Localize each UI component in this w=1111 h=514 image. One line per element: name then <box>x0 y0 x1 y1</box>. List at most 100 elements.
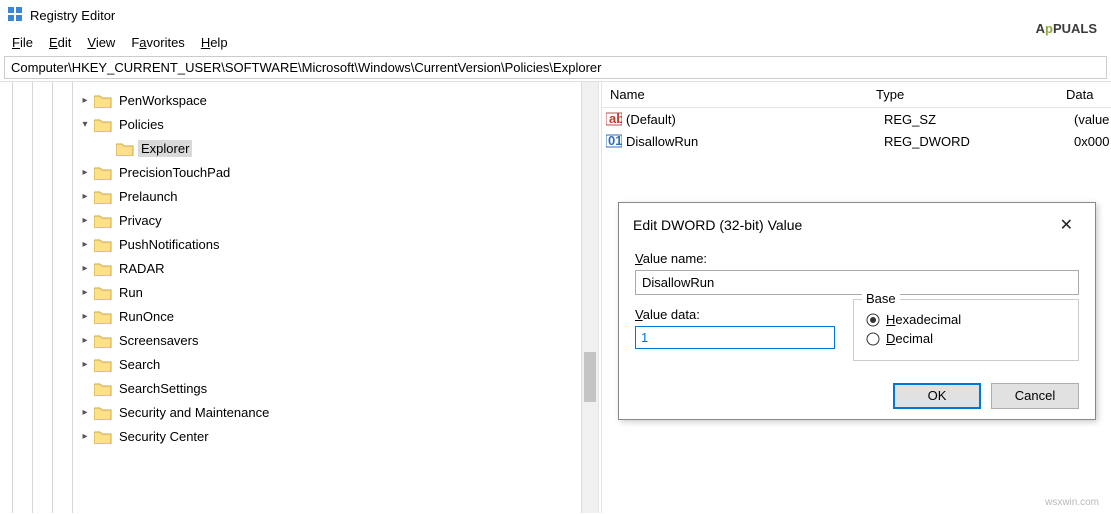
close-icon[interactable]: ✕ <box>1052 213 1081 237</box>
menu-file[interactable]: File <box>4 33 41 52</box>
list-header: Name Type Data <box>602 82 1111 108</box>
folder-icon <box>94 405 112 420</box>
tree-scrollbar[interactable] <box>581 82 598 513</box>
tree-node-label: SearchSettings <box>116 380 210 397</box>
chevron-right-icon[interactable]: ▸ <box>78 95 92 106</box>
base-group: Base Hexadecimal Decimal <box>853 299 1079 361</box>
appuals-logo: ApPUALS <box>1036 4 1097 42</box>
menu-view[interactable]: View <box>79 33 123 52</box>
tree-node-label: PrecisionTouchPad <box>116 164 233 181</box>
tree-node-penworkspace[interactable]: ▸ PenWorkspace <box>0 88 598 112</box>
cell-data: (value <box>1074 112 1109 127</box>
chevron-right-icon[interactable]: ▸ <box>78 431 92 442</box>
tree-node-searchsettings[interactable]: SearchSettings <box>0 376 598 400</box>
tree-node-label: PushNotifications <box>116 236 222 253</box>
scroll-thumb[interactable] <box>584 352 596 402</box>
chevron-right-icon[interactable]: ▸ <box>78 311 92 322</box>
menubar: File Edit View Favorites Help <box>0 30 1111 54</box>
chevron-right-icon[interactable]: ▸ <box>78 191 92 202</box>
value-name-input[interactable]: DisallowRun <box>635 270 1079 295</box>
address-bar[interactable]: Computer\HKEY_CURRENT_USER\SOFTWARE\Micr… <box>4 56 1107 79</box>
folder-icon <box>116 141 134 156</box>
col-header-name[interactable]: Name <box>602 83 868 106</box>
tree-node-search[interactable]: ▸ Search <box>0 352 598 376</box>
folder-icon <box>94 117 112 132</box>
list-row[interactable]: 011 DisallowRunREG_DWORD0x000 <box>602 130 1111 152</box>
chevron-right-icon[interactable]: ▸ <box>78 287 92 298</box>
window-title: Registry Editor <box>30 8 115 23</box>
tree-node-pushnotifications[interactable]: ▸ PushNotifications <box>0 232 598 256</box>
tree-node-security-center[interactable]: ▸Security Center <box>0 424 598 448</box>
tree-node-label: Search <box>116 356 163 373</box>
string-value-icon: ab <box>606 111 622 127</box>
tree-node-label: Explorer <box>138 140 192 157</box>
cell-name: (Default) <box>626 112 884 127</box>
folder-icon <box>94 213 112 228</box>
chevron-right-icon[interactable]: ▸ <box>78 359 92 370</box>
chevron-down-icon[interactable]: ▾ <box>78 119 92 130</box>
menu-edit[interactable]: Edit <box>41 33 79 52</box>
tree-node-label: Security and Maintenance <box>116 404 272 421</box>
tree-node-explorer[interactable]: Explorer <box>0 136 598 160</box>
menu-help[interactable]: Help <box>193 33 236 52</box>
folder-icon <box>94 261 112 276</box>
tree-node-label: Prelaunch <box>116 188 181 205</box>
cell-type: REG_SZ <box>884 112 1074 127</box>
ok-button[interactable]: OK <box>893 383 981 409</box>
menu-favorites[interactable]: Favorites <box>123 33 192 52</box>
folder-icon <box>94 429 112 444</box>
watermark: wsxwin.com <box>1045 497 1099 508</box>
tree-node-radar[interactable]: ▸RADAR <box>0 256 598 280</box>
chevron-right-icon[interactable]: ▸ <box>78 263 92 274</box>
value-data-input[interactable] <box>635 326 835 349</box>
cell-type: REG_DWORD <box>884 134 1074 149</box>
tree-node-label: RunOnce <box>116 308 177 325</box>
tree-node-label: Run <box>116 284 146 301</box>
cell-name: DisallowRun <box>626 134 884 149</box>
svg-text:ab: ab <box>609 111 622 126</box>
tree-node-runonce[interactable]: ▸ RunOnce <box>0 304 598 328</box>
dialog-title: Edit DWORD (32-bit) Value <box>633 217 802 233</box>
app-icon <box>8 7 24 23</box>
tree-node-label: Screensavers <box>116 332 201 349</box>
tree-node-label: PenWorkspace <box>116 92 210 109</box>
cell-data: 0x000 <box>1074 134 1109 149</box>
tree-node-precisiontouchpad[interactable]: ▸ PrecisionTouchPad <box>0 160 598 184</box>
tree-node-label: Privacy <box>116 212 165 229</box>
value-data-label: Value data: <box>635 307 835 322</box>
base-label: Base <box>862 291 900 306</box>
value-name-label: Value name: <box>635 251 1079 266</box>
tree-node-label: Policies <box>116 116 167 133</box>
dialog-titlebar[interactable]: Edit DWORD (32-bit) Value ✕ <box>619 203 1095 247</box>
tree-node-policies[interactable]: ▾ Policies <box>0 112 598 136</box>
radio-decimal[interactable]: Decimal <box>866 331 1066 346</box>
folder-icon <box>94 237 112 252</box>
cancel-button[interactable]: Cancel <box>991 383 1079 409</box>
titlebar: Registry Editor <box>0 0 1111 30</box>
list-row[interactable]: ab (Default)REG_SZ(value <box>602 108 1111 130</box>
folder-icon <box>94 93 112 108</box>
tree-node-run[interactable]: ▸ Run <box>0 280 598 304</box>
chevron-right-icon[interactable]: ▸ <box>78 215 92 226</box>
dword-value-icon: 011 <box>606 133 622 149</box>
tree-node-security-and-maintenance[interactable]: ▸ Security and Maintenance <box>0 400 598 424</box>
tree-node-privacy[interactable]: ▸ Privacy <box>0 208 598 232</box>
chevron-right-icon[interactable]: ▸ <box>78 239 92 250</box>
chevron-right-icon[interactable]: ▸ <box>78 335 92 346</box>
folder-icon <box>94 333 112 348</box>
folder-icon <box>94 165 112 180</box>
radio-hexadecimal[interactable]: Hexadecimal <box>866 312 1066 327</box>
tree-node-prelaunch[interactable]: ▸ Prelaunch <box>0 184 598 208</box>
col-header-data[interactable]: Data <box>1058 83 1101 106</box>
folder-icon <box>94 381 112 396</box>
tree-pane[interactable]: ▸ PenWorkspace ▾ Policies Explorer ▸ Precision… <box>0 82 598 513</box>
svg-text:011: 011 <box>608 133 622 148</box>
folder-icon <box>94 357 112 372</box>
chevron-right-icon[interactable]: ▸ <box>78 167 92 178</box>
address-text: Computer\HKEY_CURRENT_USER\SOFTWARE\Micr… <box>11 60 601 75</box>
tree-node-screensavers[interactable]: ▸ Screensavers <box>0 328 598 352</box>
col-header-type[interactable]: Type <box>868 83 1058 106</box>
folder-icon <box>94 189 112 204</box>
folder-icon <box>94 309 112 324</box>
chevron-right-icon[interactable]: ▸ <box>78 407 92 418</box>
